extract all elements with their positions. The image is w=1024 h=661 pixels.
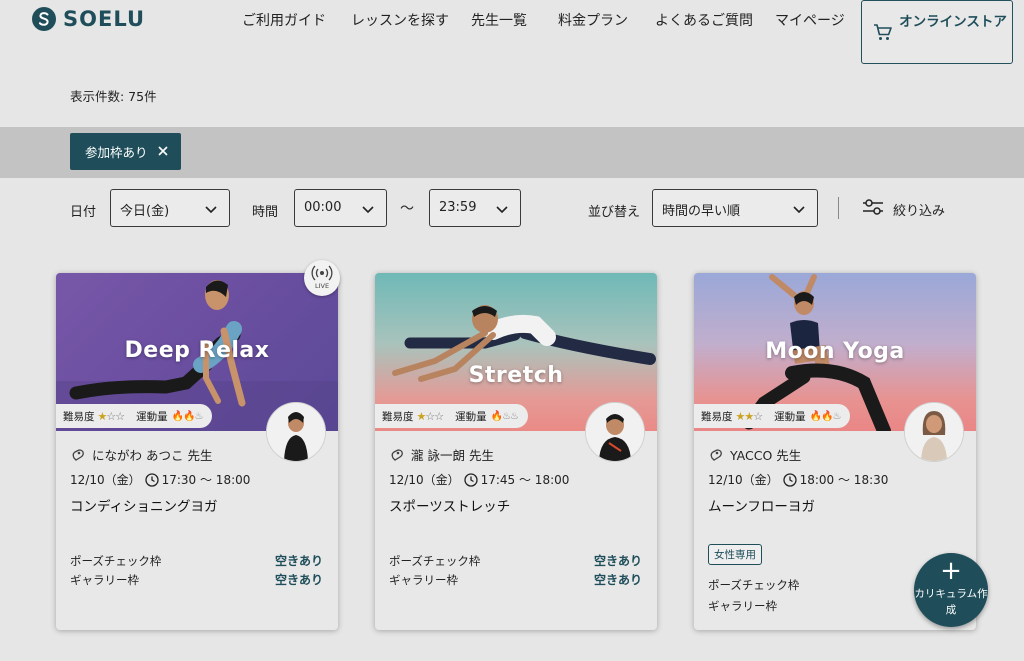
- lesson-card[interactable]: Deep Relax 難易度 ★☆☆ 運動量 🔥🔥♨ LIVE にながわ あつこ…: [56, 260, 340, 630]
- time-label: 時間: [252, 205, 279, 220]
- clock-icon: [463, 472, 478, 487]
- divider: [838, 197, 839, 219]
- time-from-value: 00:00: [304, 200, 342, 215]
- date-select[interactable]: 今日(金): [110, 189, 230, 227]
- lesson-datetime: 12/10（金） 17:30 〜 18:00: [70, 471, 250, 488]
- pose-check-status: 空きあり: [593, 554, 642, 568]
- narrow-down-label: 絞り込み: [893, 203, 946, 219]
- logo-text: SOELU: [63, 7, 146, 31]
- chevron-down-icon: [205, 203, 217, 218]
- live-broadcast-icon: [311, 265, 333, 281]
- exercise-label: 運動量: [774, 410, 806, 423]
- result-count: 表示件数: 75件: [70, 89, 157, 104]
- teacher-avatar[interactable]: [904, 402, 964, 462]
- pose-check-label: ポーズチェック枠: [708, 578, 800, 592]
- chevron-down-icon: [496, 203, 508, 218]
- difficulty-pill: 難易度 ★☆☆ 運動量 🔥♨♨: [375, 404, 528, 428]
- pose-check-status: 空きあり: [274, 554, 323, 568]
- nav-faq[interactable]: よくあるご質問: [655, 10, 753, 30]
- lesson-card[interactable]: Stretch 難易度 ★☆☆ 運動量 🔥♨♨ 瀧 詠一朗 先生 12/10（金…: [375, 273, 657, 630]
- lesson-name: ムーンフローヨガ: [708, 499, 815, 515]
- gallery-status: 空きあり: [593, 573, 642, 587]
- logo-mark-icon: [32, 7, 56, 31]
- banner-title: Stretch: [468, 363, 564, 388]
- nav-pricing[interactable]: 料金プラン: [558, 10, 628, 30]
- pose-check-label: ポーズチェック枠: [389, 554, 481, 568]
- difficulty-stars-icon: ★☆☆: [416, 409, 445, 423]
- banner-title: Deep Relax: [124, 338, 270, 363]
- teacher-name: YACCO 先生: [708, 445, 801, 464]
- chevron-down-icon: [793, 203, 805, 218]
- time-range-separator: 〜: [400, 201, 414, 217]
- teacher-avatar[interactable]: [266, 402, 326, 462]
- teacher-icon: [391, 448, 403, 461]
- live-label: LIVE: [314, 282, 330, 290]
- online-store-label: オンラインストア: [899, 14, 1007, 30]
- lesson-datetime: 12/10（金） 17:45 〜 18:00: [389, 471, 569, 488]
- live-badge: LIVE: [304, 260, 340, 296]
- women-only-tag: 女性専用: [708, 544, 762, 565]
- site-header: SOELU ご利用ガイド レッスンを探す 先生一覧 料金プラン よくあるご質問 …: [0, 0, 1024, 72]
- create-curriculum-button[interactable]: + カリキュラム作成: [914, 553, 988, 627]
- difficulty-stars-icon: ★☆☆: [97, 409, 126, 423]
- active-filter-band: 参加枠あり: [0, 127, 1024, 178]
- lesson-date: 12/10（金）: [70, 473, 141, 487]
- teacher-name: にながわ あつこ 先生: [70, 445, 212, 464]
- teacher-icon: [72, 448, 84, 461]
- gallery-label: ギャラリー枠: [389, 573, 458, 587]
- time-from-select[interactable]: 00:00: [294, 189, 387, 227]
- exercise-flames-icon: 🔥♨♨: [490, 410, 519, 422]
- create-curriculum-label: カリキュラム作成: [914, 588, 988, 616]
- close-icon[interactable]: [156, 144, 170, 161]
- date-label: 日付: [70, 205, 97, 220]
- gallery-label: ギャラリー枠: [70, 573, 139, 587]
- lesson-name: スポーツストレッチ: [389, 499, 511, 515]
- chevron-down-icon: [362, 203, 374, 218]
- lesson-name: コンディショニングヨガ: [70, 499, 218, 515]
- difficulty-label: 難易度: [701, 410, 733, 423]
- teacher-name: 瀧 詠一朗 先生: [389, 445, 494, 464]
- nav-find-lessons[interactable]: レッスンを探す: [351, 10, 449, 30]
- gallery-label: ギャラリー枠: [708, 599, 777, 613]
- date-value: 今日(金): [120, 204, 170, 219]
- exercise-flames-icon: 🔥🔥♨: [809, 410, 842, 422]
- teacher-avatar[interactable]: [585, 402, 645, 462]
- sort-select[interactable]: 時間の早い順: [652, 189, 818, 227]
- lesson-time: 17:30 〜 18:00: [161, 473, 251, 487]
- active-filter-chip[interactable]: 参加枠あり: [70, 133, 181, 170]
- lesson-datetime: 12/10（金） 18:00 〜 18:30: [708, 471, 888, 488]
- active-filter-label: 参加枠あり: [85, 145, 148, 160]
- soelu-logo[interactable]: SOELU: [32, 7, 145, 31]
- exercise-flames-icon: 🔥🔥♨: [171, 410, 204, 422]
- plus-icon: +: [940, 556, 962, 586]
- lesson-date: 12/10（金）: [389, 473, 460, 487]
- teacher-icon: [710, 448, 722, 461]
- nav-guide[interactable]: ご利用ガイド: [242, 10, 326, 30]
- pose-check-label: ポーズチェック枠: [70, 554, 162, 568]
- sort-value: 時間の早い順: [662, 204, 741, 219]
- gallery-status: 空きあり: [274, 573, 323, 587]
- difficulty-pill: 難易度 ★★☆ 運動量 🔥🔥♨: [694, 404, 851, 428]
- clock-icon: [782, 472, 797, 487]
- nav-teachers[interactable]: 先生一覧: [471, 10, 527, 30]
- exercise-label: 運動量: [136, 410, 168, 423]
- clock-icon: [144, 472, 159, 487]
- lesson-time: 17:45 〜 18:00: [480, 473, 570, 487]
- narrow-down-button[interactable]: 絞り込み: [862, 198, 945, 220]
- lesson-time: 18:00 〜 18:30: [799, 473, 889, 487]
- difficulty-label: 難易度: [382, 410, 414, 423]
- difficulty-pill: 難易度 ★☆☆ 運動量 🔥🔥♨: [56, 404, 213, 428]
- filter-sliders-icon: [862, 198, 884, 220]
- difficulty-label: 難易度: [63, 410, 95, 423]
- difficulty-stars-icon: ★★☆: [735, 409, 764, 423]
- banner-title: Moon Yoga: [765, 339, 905, 364]
- time-to-value: 23:59: [439, 200, 477, 215]
- exercise-label: 運動量: [455, 410, 487, 423]
- cart-icon: [872, 21, 894, 47]
- time-to-select[interactable]: 23:59: [429, 189, 521, 227]
- online-store-button[interactable]: オンラインストア: [861, 0, 1013, 64]
- sort-label: 並び替え: [588, 205, 641, 220]
- nav-mypage[interactable]: マイページ: [775, 10, 845, 30]
- lesson-date: 12/10（金）: [708, 473, 779, 487]
